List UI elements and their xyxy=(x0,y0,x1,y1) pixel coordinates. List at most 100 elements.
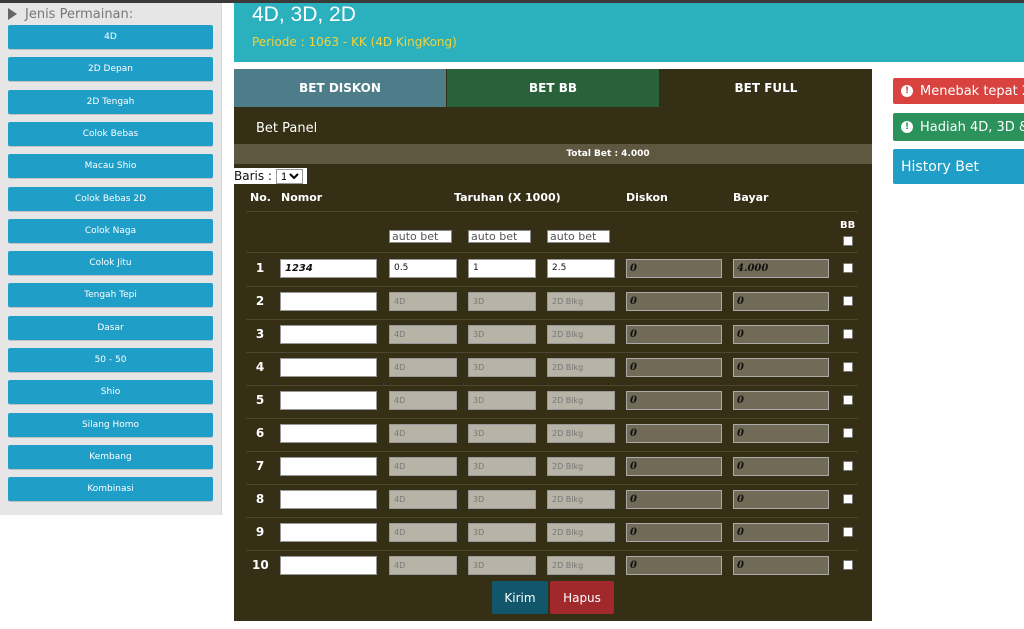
tab-bet-diskon[interactable]: BET DISKON xyxy=(234,69,446,107)
nomor-input[interactable] xyxy=(280,391,377,410)
row-number: 8 xyxy=(255,492,265,506)
auto-bet-3d-input[interactable]: auto bet xyxy=(468,230,531,243)
auto-bet-4d-input[interactable]: auto bet xyxy=(389,230,452,243)
bb-checkbox[interactable] xyxy=(843,461,853,471)
game-type-button[interactable]: Colok Naga xyxy=(8,218,213,243)
diskon-value: 0 xyxy=(626,556,722,575)
row-number: 2 xyxy=(255,294,265,308)
history-bet-button[interactable]: History Bet xyxy=(893,149,1024,184)
bet-4d-input[interactable]: 0.5 xyxy=(389,259,457,278)
bet-2d-input[interactable]: 2D Blkg xyxy=(547,358,615,377)
bet-4d-input[interactable]: 4D xyxy=(389,556,457,575)
bayar-value: 0 xyxy=(733,358,829,377)
bb-checkbox[interactable] xyxy=(843,428,853,438)
bet-4d-input[interactable]: 4D xyxy=(389,391,457,410)
baris-select[interactable]: 10 xyxy=(275,168,303,184)
bb-checkbox[interactable] xyxy=(843,329,853,339)
bet-2d-input[interactable]: 2D Blkg xyxy=(547,457,615,476)
header-divider xyxy=(246,211,858,212)
period-label: Periode : 1063 - KK (4D KingKong) xyxy=(252,35,457,49)
nomor-input[interactable] xyxy=(280,325,377,344)
bet-4d-input[interactable]: 4D xyxy=(389,523,457,542)
bb-checkbox[interactable] xyxy=(843,560,853,570)
bet-3d-input[interactable]: 3D xyxy=(468,391,536,410)
nomor-input[interactable] xyxy=(280,424,377,443)
game-type-button[interactable]: Colok Jitu xyxy=(8,251,213,276)
bet-3d-input[interactable]: 3D xyxy=(468,556,536,575)
tab-bet-full[interactable]: BET FULL xyxy=(660,69,872,107)
bet-2d-input[interactable]: 2D Blkg xyxy=(547,556,615,575)
bet-4d-input[interactable]: 4D xyxy=(389,292,457,311)
notice-text: Hadiah 4D, 3D & xyxy=(920,119,1024,135)
bet-2d-input[interactable]: 2D Blkg xyxy=(547,490,615,509)
bet-2d-input[interactable]: 2D Blkg xyxy=(547,523,615,542)
bet-2d-input[interactable]: 2D Blkg xyxy=(547,292,615,311)
bet-4d-input[interactable]: 4D xyxy=(389,325,457,344)
tab-bet-bb[interactable]: BET BB xyxy=(447,69,659,107)
row-number: 6 xyxy=(255,426,265,440)
game-type-button[interactable]: Kembang xyxy=(8,444,213,469)
bb-checkbox[interactable] xyxy=(843,395,853,405)
bet-3d-input[interactable]: 3D xyxy=(468,292,536,311)
row-number: 4 xyxy=(255,360,265,374)
bb-checkbox[interactable] xyxy=(843,527,853,537)
hapus-button[interactable]: Hapus xyxy=(550,581,614,614)
nomor-input[interactable] xyxy=(280,457,377,476)
bet-4d-input[interactable]: 4D xyxy=(389,424,457,443)
sidebar-heading-label: Jenis Permainan: xyxy=(25,6,134,22)
notice-alert-2: ! Hadiah 4D, 3D & xyxy=(893,113,1024,141)
bb-checkbox[interactable] xyxy=(843,494,853,504)
col-header-taruhan: Taruhan (X 1000) xyxy=(454,191,561,204)
game-type-button[interactable]: Dasar xyxy=(8,315,213,340)
bayar-value: 0 xyxy=(733,556,829,575)
bet-3d-input[interactable]: 3D xyxy=(468,325,536,344)
nomor-input[interactable]: 1234 xyxy=(280,259,377,278)
nomor-input[interactable] xyxy=(280,358,377,377)
nomor-input[interactable] xyxy=(280,523,377,542)
game-type-button[interactable]: Silang Homo xyxy=(8,412,213,437)
bb-checkbox[interactable] xyxy=(843,296,853,306)
row-number: 9 xyxy=(255,525,265,539)
game-type-button[interactable]: 2D Depan xyxy=(8,57,213,82)
row-divider xyxy=(246,517,858,518)
bb-checkbox[interactable] xyxy=(843,362,853,372)
bet-3d-input[interactable]: 3D xyxy=(468,358,536,377)
diskon-value: 0 xyxy=(626,391,722,410)
bet-4d-input[interactable]: 4D xyxy=(389,490,457,509)
bet-4d-input[interactable]: 4D xyxy=(389,358,457,377)
bet-2d-input[interactable]: 2D Blkg xyxy=(547,325,615,344)
bet-2d-input[interactable]: 2D Blkg xyxy=(547,391,615,410)
bet-2d-input[interactable]: 2D Blkg xyxy=(547,424,615,443)
bayar-value: 0 xyxy=(733,424,829,443)
bayar-value: 0 xyxy=(733,391,829,410)
kirim-button[interactable]: Kirim xyxy=(492,581,548,614)
bb-checkbox[interactable] xyxy=(843,263,853,273)
bet-3d-input[interactable]: 3D xyxy=(468,490,536,509)
game-type-button[interactable]: 50 - 50 xyxy=(8,348,213,372)
bet-3d-input[interactable]: 3D xyxy=(468,424,536,443)
game-type-button[interactable]: 2D Tengah xyxy=(8,89,213,114)
total-bet-bar: Total Bet : 4.000 xyxy=(234,144,872,164)
row-divider xyxy=(246,319,858,320)
game-type-button[interactable]: Tengah Tepi xyxy=(8,283,213,308)
baris-control: Baris : 10 xyxy=(234,168,307,184)
diskon-value: 0 xyxy=(626,292,722,311)
game-type-button[interactable]: Colok Bebas xyxy=(8,121,213,146)
row-divider xyxy=(246,550,858,551)
game-type-button[interactable]: 4D xyxy=(8,25,213,49)
bet-3d-input[interactable]: 3D xyxy=(468,523,536,542)
auto-bet-2d-input[interactable]: auto bet xyxy=(547,230,610,243)
nomor-input[interactable] xyxy=(280,292,377,311)
nomor-input[interactable] xyxy=(280,556,377,575)
game-type-button[interactable]: Kombinasi xyxy=(8,477,213,502)
game-type-button[interactable]: Colok Bebas 2D xyxy=(8,186,213,211)
bet-4d-input[interactable]: 4D xyxy=(389,457,457,476)
game-type-button[interactable]: Macau Shio xyxy=(8,154,213,179)
bet-2d-input[interactable]: 2.5 xyxy=(547,259,615,278)
sidebar: Jenis Permainan: 4D 2D Depan 2D Tengah Colo… xyxy=(0,3,222,515)
bet-3d-input[interactable]: 1 xyxy=(468,259,536,278)
bb-select-all-checkbox[interactable] xyxy=(843,236,853,246)
nomor-input[interactable] xyxy=(280,490,377,509)
game-type-button[interactable]: Shio xyxy=(8,380,213,405)
bet-3d-input[interactable]: 3D xyxy=(468,457,536,476)
